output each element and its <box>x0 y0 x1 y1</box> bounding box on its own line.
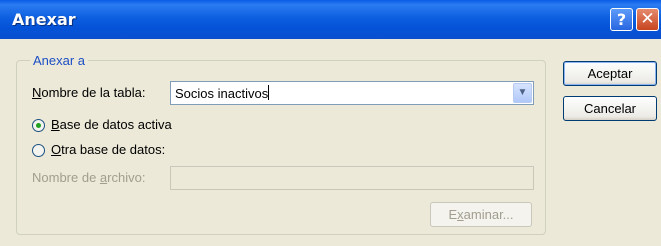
file-name-label: Nombre de archivo: <box>32 170 146 185</box>
group-label: Anexar a <box>30 53 89 68</box>
other-database-radio[interactable] <box>32 144 45 157</box>
close-icon: ✕ <box>640 9 655 29</box>
file-name-input[interactable] <box>170 166 534 190</box>
other-database-label[interactable]: Otra base de datos: <box>51 142 165 157</box>
table-name-label: Nombre de la tabla: <box>32 85 146 100</box>
table-name-value[interactable]: Socios inactivos <box>174 83 271 104</box>
dropdown-button[interactable]: ▼ <box>513 83 532 103</box>
cancel-button[interactable]: Cancelar <box>563 96 657 121</box>
chevron-down-icon: ▼ <box>517 87 528 98</box>
accept-button[interactable]: Aceptar <box>563 61 657 86</box>
title-bar: Anexar ? ✕ <box>0 0 661 39</box>
dialog-body: Anexar a Nombre de la tabla: Socios inac… <box>0 39 661 246</box>
window-title: Anexar <box>12 10 76 29</box>
active-database-radio[interactable] <box>32 119 45 132</box>
table-name-combobox[interactable]: Socios inactivos ▼ <box>170 81 534 105</box>
browse-button[interactable]: Examinar... <box>430 202 532 227</box>
help-button[interactable]: ? <box>610 8 633 31</box>
close-button[interactable]: ✕ <box>636 8 659 31</box>
active-database-label[interactable]: Base de datos activa <box>51 117 172 132</box>
help-icon: ? <box>616 10 627 29</box>
